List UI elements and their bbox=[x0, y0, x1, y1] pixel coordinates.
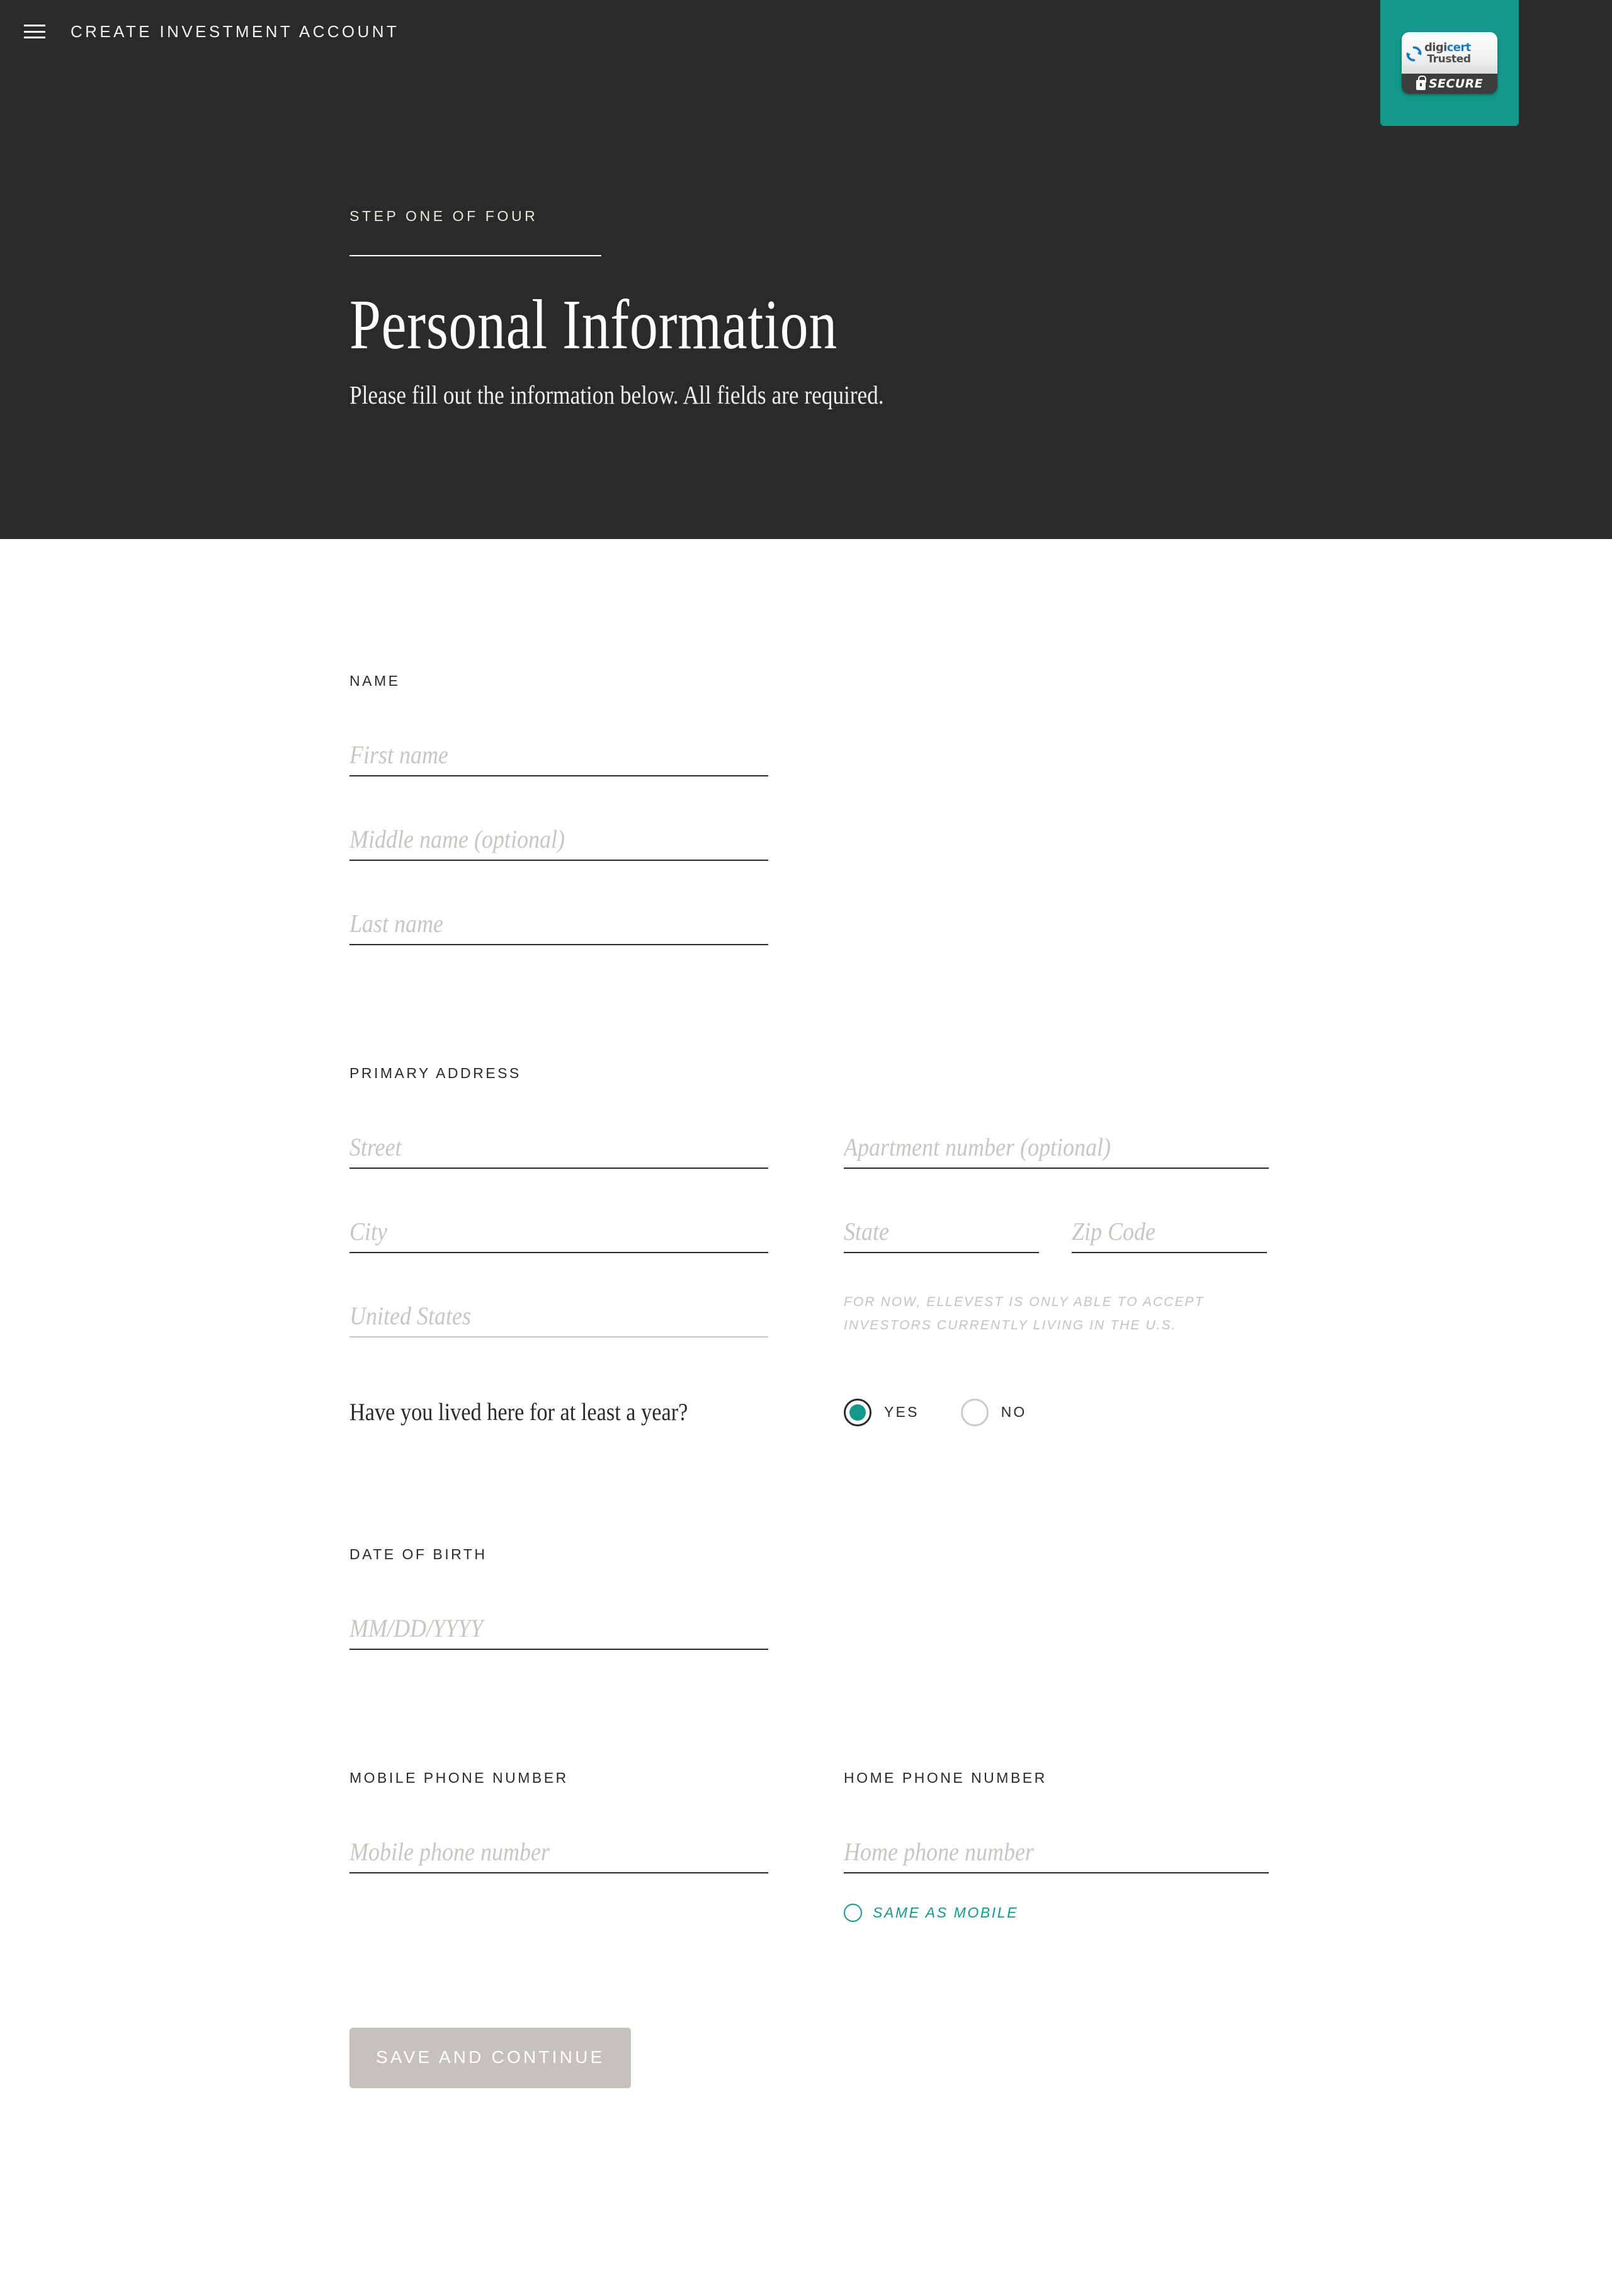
residency-question-row: Have you lived here for at least a year?… bbox=[349, 1398, 1269, 1426]
home-phone-column: HOME PHONE NUMBER SAME AS MOBILE bbox=[844, 1770, 1269, 1922]
state-input[interactable] bbox=[844, 1218, 1039, 1252]
street-field[interactable] bbox=[349, 1115, 768, 1169]
hamburger-bar bbox=[24, 25, 45, 26]
digicert-badge-bottom: SECURE bbox=[1402, 74, 1497, 94]
mobile-phone-column: MOBILE PHONE NUMBER bbox=[349, 1770, 768, 1922]
hamburger-menu-icon[interactable] bbox=[24, 23, 45, 40]
zip-code-input[interactable] bbox=[1072, 1218, 1267, 1252]
mobile-phone-label: MOBILE PHONE NUMBER bbox=[349, 1770, 569, 1786]
digicert-circular-arrows-icon bbox=[1406, 46, 1422, 61]
phone-numbers-section: MOBILE PHONE NUMBER HOME PHONE NUMBER SA… bbox=[349, 1770, 1269, 1922]
digicert-logo-text: digicert bbox=[1424, 42, 1471, 54]
residency-question-label: Have you lived here for at least a year? bbox=[349, 1399, 688, 1426]
step-indicator-label: STEP ONE OF FOUR bbox=[349, 208, 538, 224]
date-of-birth-section: DATE OF BIRTH bbox=[349, 1546, 1269, 1650]
city-field[interactable] bbox=[349, 1199, 768, 1253]
page-subtitle: Please fill out the information below. A… bbox=[349, 380, 884, 410]
last-name-field[interactable] bbox=[349, 891, 768, 945]
digicert-trust-badge[interactable]: digicert Trusted SECURE bbox=[1380, 0, 1519, 126]
state-zip-row bbox=[844, 1199, 1269, 1283]
home-phone-field[interactable] bbox=[844, 1819, 1269, 1873]
residency-no-label: NO bbox=[1001, 1404, 1027, 1420]
hero-copy-block: STEP ONE OF FOUR Personal Information Pl… bbox=[349, 208, 971, 410]
apartment-field[interactable] bbox=[844, 1115, 1269, 1169]
apartment-input[interactable] bbox=[844, 1134, 1269, 1168]
home-phone-input[interactable] bbox=[844, 1838, 1269, 1872]
lock-icon bbox=[1416, 75, 1426, 90]
address-left-column bbox=[349, 1115, 768, 1338]
brand-title: CREATE INVESTMENT ACCOUNT bbox=[71, 21, 400, 41]
primary-address-section: PRIMARY ADDRESS Street City United State… bbox=[349, 1065, 1269, 1426]
name-section-label: NAME bbox=[349, 673, 400, 689]
personal-information-form: NAME PRIMARY ADDRESS bbox=[0, 539, 1612, 2296]
submit-section: SAVE AND CONTINUE bbox=[349, 2028, 1269, 2088]
residency-yes-option[interactable]: YES bbox=[844, 1398, 919, 1426]
residency-no-option[interactable]: NO bbox=[960, 1398, 1027, 1426]
zip-code-field[interactable] bbox=[1072, 1199, 1267, 1253]
same-as-mobile-label: SAME AS MOBILE bbox=[873, 1904, 1019, 1921]
radio-filled-icon bbox=[844, 1398, 871, 1426]
date-of-birth-section-label: DATE OF BIRTH bbox=[349, 1546, 487, 1562]
radio-empty-icon bbox=[960, 1398, 989, 1426]
first-name-input[interactable] bbox=[349, 741, 768, 775]
date-of-birth-input[interactable] bbox=[349, 1615, 768, 1649]
address-right-column: FOR NOW, ELLEVEST IS ONLY ABLE TO ACCEPT… bbox=[844, 1115, 1269, 1338]
digicert-secure-label: SECURE bbox=[1428, 77, 1484, 91]
primary-address-section-label: PRIMARY ADDRESS bbox=[349, 1065, 521, 1081]
first-name-field[interactable] bbox=[349, 722, 768, 776]
middle-name-field[interactable] bbox=[349, 807, 768, 861]
state-field[interactable] bbox=[844, 1199, 1039, 1253]
city-input[interactable] bbox=[349, 1218, 768, 1252]
digicert-trusted-label: Trusted bbox=[1427, 53, 1471, 65]
phone-columns: MOBILE PHONE NUMBER HOME PHONE NUMBER SA… bbox=[349, 1770, 1269, 1922]
country-restriction-note: FOR NOW, ELLEVEST IS ONLY ABLE TO ACCEPT… bbox=[844, 1295, 1205, 1333]
address-columns: FOR NOW, ELLEVEST IS ONLY ABLE TO ACCEPT… bbox=[349, 1115, 1269, 1338]
page-header: CREATE INVESTMENT ACCOUNT digicert Trust… bbox=[0, 0, 1612, 539]
mobile-phone-field[interactable] bbox=[349, 1819, 768, 1873]
country-field bbox=[349, 1283, 768, 1338]
street-input[interactable] bbox=[349, 1134, 768, 1168]
mobile-phone-input[interactable] bbox=[349, 1838, 768, 1872]
same-as-mobile-toggle[interactable]: SAME AS MOBILE bbox=[844, 1904, 1269, 1922]
top-navigation-bar: CREATE INVESTMENT ACCOUNT bbox=[0, 0, 1612, 63]
name-fields-column bbox=[349, 722, 768, 945]
save-and-continue-button[interactable]: SAVE AND CONTINUE bbox=[349, 2028, 632, 2088]
hamburger-bar bbox=[24, 30, 45, 33]
step-indicator-rule bbox=[349, 255, 601, 256]
middle-name-input[interactable] bbox=[349, 826, 768, 860]
digicert-text-digi: digi bbox=[1424, 41, 1447, 54]
digicert-badge-top: digicert Trusted bbox=[1402, 32, 1497, 74]
name-section: NAME bbox=[349, 673, 1269, 945]
digicert-text-cert: cert bbox=[1446, 41, 1472, 54]
radio-empty-icon bbox=[844, 1904, 862, 1922]
dob-field-column bbox=[349, 1596, 768, 1650]
hamburger-bar bbox=[24, 37, 45, 38]
country-input bbox=[349, 1302, 768, 1336]
residency-yes-label: YES bbox=[884, 1404, 919, 1420]
home-phone-label: HOME PHONE NUMBER bbox=[844, 1770, 1047, 1786]
page-title: Personal Information bbox=[349, 286, 837, 364]
digicert-badge-card: digicert Trusted SECURE bbox=[1402, 32, 1497, 94]
date-of-birth-field[interactable] bbox=[349, 1596, 768, 1650]
bottom-spacer bbox=[0, 2088, 1612, 2296]
last-name-input[interactable] bbox=[349, 910, 768, 944]
digicert-wordmark: digicert Trusted bbox=[1424, 42, 1471, 65]
residency-radio-group: YES NO bbox=[844, 1398, 1027, 1426]
